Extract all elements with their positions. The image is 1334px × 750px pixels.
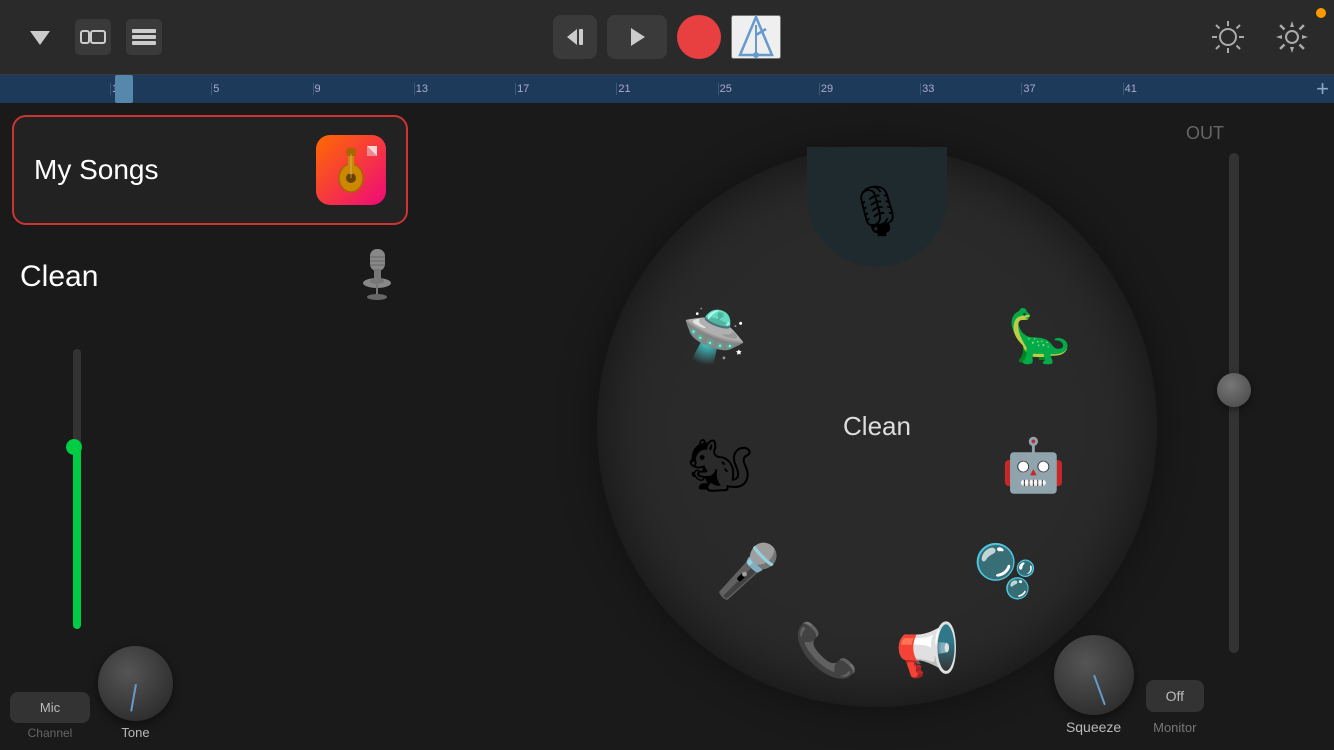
clean-row[interactable]: Clean [12, 235, 408, 319]
multi-track-view-icon[interactable] [126, 19, 162, 55]
ruler-mark-33: 33 [920, 83, 1021, 95]
status-dot [1316, 8, 1326, 18]
phone-voice-item[interactable]: 📞 [794, 625, 859, 677]
squeeze-knob-wrap: Squeeze [1054, 635, 1134, 735]
mic-bottom-control: Mic Channel [10, 692, 90, 740]
ruler-mark-25: 25 [718, 83, 819, 95]
my-songs-title: My Songs [34, 154, 159, 186]
robot-emoji: 🤖 [1001, 440, 1066, 492]
clean-label: Clean [20, 260, 340, 294]
playhead-marker[interactable] [115, 75, 133, 103]
handheld-mic-voice-item[interactable]: 🎤 [716, 546, 781, 598]
ruler-mark-9: 9 [313, 83, 414, 95]
monster-emoji: 🦕 [1007, 311, 1072, 363]
left-panel: My Songs [0, 103, 420, 750]
toolbar [0, 0, 1334, 75]
single-track-view-icon[interactable] [75, 19, 111, 55]
robot-voice-item[interactable]: 🤖 [1001, 440, 1066, 492]
monitor-label: Monitor [1153, 720, 1196, 735]
bubbles-voice-item[interactable]: 🫧 [973, 546, 1038, 598]
right-panel: OUT 🎙 🛸 🦕 🐿 🤖 [420, 103, 1334, 750]
squeeze-knob[interactable] [1054, 635, 1134, 715]
monster-voice-item[interactable]: 🦕 [1007, 311, 1072, 363]
dropdown-button[interactable] [20, 17, 60, 57]
squeeze-label: Squeeze [1066, 719, 1121, 735]
add-track-button[interactable]: + [1316, 76, 1329, 102]
wheel-center-label: Clean [843, 411, 911, 442]
tone-knob[interactable] [98, 646, 173, 721]
ruler-mark-21: 21 [616, 83, 717, 95]
handheld-mic-emoji: 🎤 [716, 546, 781, 598]
voice-wheel: 🎙 🛸 🦕 🐿 🤖 🎤 🫧 [597, 147, 1157, 707]
megaphone-voice-item[interactable]: 📢 [895, 625, 960, 677]
vintage-mic-icon[interactable]: 🎙 [845, 182, 908, 241]
out-slider-track[interactable] [1229, 153, 1239, 653]
timeline-ruler: 1 5 9 13 17 21 25 29 33 37 41 + [0, 75, 1334, 103]
bottom-right-controls: Squeeze Off Monitor [1054, 635, 1204, 735]
squirrel-emoji: 🐿 [687, 440, 753, 492]
ufo-voice-item[interactable]: 🛸 [682, 311, 747, 363]
garageband-icon [316, 135, 386, 205]
ruler-mark-41: 41 [1123, 83, 1224, 95]
skip-back-button[interactable] [553, 15, 597, 59]
play-button[interactable] [607, 15, 667, 59]
transport-controls [553, 15, 781, 59]
wheel-top-notch: 🎙 [807, 147, 947, 267]
settings-icon[interactable] [1270, 15, 1314, 59]
tone-label: Tone [121, 725, 149, 740]
metronome-button[interactable] [731, 15, 781, 59]
volume-fader[interactable] [70, 349, 90, 629]
toolbar-right [1206, 15, 1314, 59]
out-slider-thumb[interactable] [1217, 373, 1251, 407]
main-content: My Songs [0, 103, 1334, 750]
ruler-marks: 1 5 9 13 17 21 25 29 33 37 41 [110, 83, 1224, 95]
squirrel-voice-item[interactable]: 🐿 [687, 440, 753, 492]
mic-button[interactable]: Mic [10, 692, 90, 723]
ruler-mark-5: 5 [211, 83, 312, 95]
record-button[interactable] [677, 15, 721, 59]
brightness-icon[interactable] [1206, 15, 1250, 59]
tone-knob-container: Tone [98, 646, 173, 740]
ruler-mark-17: 17 [515, 83, 616, 95]
ruler-mark-13: 13 [414, 83, 515, 95]
mic-icon [355, 247, 400, 307]
ruler-mark-37: 37 [1021, 83, 1122, 95]
off-button[interactable]: Off [1146, 680, 1204, 712]
toolbar-left [20, 17, 162, 57]
phone-emoji: 📞 [794, 625, 859, 677]
monitor-control: Off Monitor [1146, 680, 1204, 735]
megaphone-emoji: 📢 [895, 625, 960, 677]
bubbles-emoji: 🫧 [973, 546, 1038, 598]
ruler-mark-29: 29 [819, 83, 920, 95]
out-label: OUT [1186, 123, 1224, 144]
channel-label: Channel [10, 726, 90, 740]
my-songs-card[interactable]: My Songs [12, 115, 408, 225]
ufo-emoji: 🛸 [682, 311, 747, 363]
